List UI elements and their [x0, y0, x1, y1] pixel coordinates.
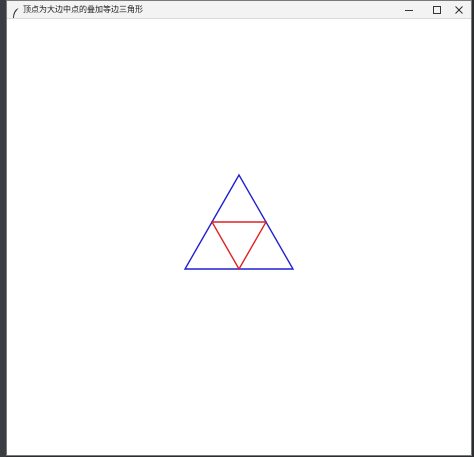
- drawing-canvas[interactable]: [7, 19, 471, 455]
- title-bar[interactable]: 顶点为大边中点的叠加等边三角形: [7, 1, 471, 19]
- close-icon: [454, 0, 464, 19]
- feather-icon: [11, 4, 21, 18]
- window-title: 顶点为大边中点的叠加等边三角形: [23, 5, 143, 14]
- inner-triangle: [210, 221, 268, 271]
- maximize-icon: [432, 0, 442, 19]
- minimize-icon: [404, 0, 414, 19]
- triangles-drawing: [183, 173, 295, 271]
- close-button[interactable]: [445, 1, 473, 18]
- app-window: 顶点为大边中点的叠加等边三角形: [6, 0, 472, 456]
- minimize-button[interactable]: [395, 1, 423, 18]
